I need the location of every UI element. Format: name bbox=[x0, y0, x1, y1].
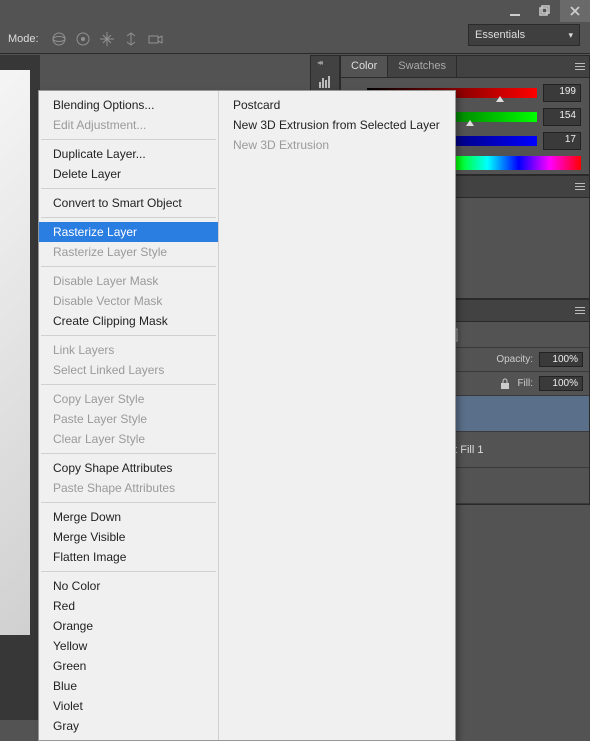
menu-item[interactable]: No Color bbox=[39, 576, 218, 596]
menu-item[interactable]: Merge Visible bbox=[39, 527, 218, 547]
collapsed-panel-strip[interactable] bbox=[310, 55, 340, 95]
options-bar: Mode: Essentials bbox=[0, 24, 590, 54]
lock-icon[interactable] bbox=[499, 378, 511, 390]
menu-item: Disable Vector Mask bbox=[39, 291, 218, 311]
menu-item: Paste Shape Attributes bbox=[39, 478, 218, 498]
menu-item: Edit Adjustment... bbox=[39, 115, 218, 135]
menu-separator bbox=[41, 571, 216, 572]
menu-item[interactable]: Delete Layer bbox=[39, 164, 218, 184]
menu-item[interactable]: Blending Options... bbox=[39, 95, 218, 115]
menu-item: Clear Layer Style bbox=[39, 429, 218, 449]
menu-separator bbox=[41, 139, 216, 140]
opacity-label: Opacity: bbox=[496, 354, 533, 365]
menu-item: Paste Layer Style bbox=[39, 409, 218, 429]
green-value[interactable]: 154 bbox=[543, 108, 581, 126]
fill-label: Fill: bbox=[517, 378, 533, 389]
menu-item: Link Layers bbox=[39, 340, 218, 360]
histogram-icon bbox=[317, 74, 333, 90]
roll-icon[interactable] bbox=[74, 30, 92, 48]
menu-separator bbox=[41, 453, 216, 454]
camera-icon[interactable] bbox=[146, 30, 164, 48]
panel-menu-icon[interactable] bbox=[573, 59, 587, 73]
menu-separator bbox=[41, 384, 216, 385]
close-button[interactable] bbox=[560, 0, 590, 22]
workspace-selector[interactable]: Essentials bbox=[468, 24, 580, 46]
mode-label: Mode: bbox=[8, 33, 39, 45]
menu-item[interactable]: Green bbox=[39, 656, 218, 676]
menu-item[interactable]: Create Clipping Mask bbox=[39, 311, 218, 331]
restore-button[interactable] bbox=[530, 0, 560, 22]
panel-menu-icon[interactable] bbox=[573, 179, 587, 193]
slide-icon[interactable] bbox=[122, 30, 140, 48]
opacity-value[interactable]: 100% bbox=[539, 352, 583, 367]
menu-item: Disable Layer Mask bbox=[39, 271, 218, 291]
menu-item[interactable]: New 3D Extrusion from Selected Layer bbox=[219, 115, 455, 135]
menu-item[interactable]: Violet bbox=[39, 696, 218, 716]
menu-item: Rasterize Layer Style bbox=[39, 242, 218, 262]
menu-item[interactable]: Blue bbox=[39, 676, 218, 696]
panel-menu-icon[interactable] bbox=[573, 303, 587, 317]
blue-value[interactable]: 17 bbox=[543, 132, 581, 150]
layer-context-menu: Blending Options...Edit Adjustment... Dup… bbox=[38, 90, 456, 741]
minimize-button[interactable] bbox=[500, 0, 530, 22]
menu-item[interactable]: Postcard bbox=[219, 95, 455, 115]
menu-item: Select Linked Layers bbox=[39, 360, 218, 380]
red-value[interactable]: 199 bbox=[543, 84, 581, 102]
menu-item[interactable]: Convert to Smart Object bbox=[39, 193, 218, 213]
workspace-label: Essentials bbox=[475, 29, 525, 41]
menu-separator bbox=[41, 266, 216, 267]
menu-item[interactable]: Red bbox=[39, 596, 218, 616]
pan-icon[interactable] bbox=[98, 30, 116, 48]
menu-item[interactable]: Rasterize Layer bbox=[39, 222, 218, 242]
color-tab[interactable]: Color bbox=[341, 56, 388, 77]
fill-value[interactable]: 100% bbox=[539, 376, 583, 391]
menu-separator bbox=[41, 188, 216, 189]
menu-item[interactable]: Yellow bbox=[39, 636, 218, 656]
swatches-tab[interactable]: Swatches bbox=[388, 56, 457, 77]
orbit-icon[interactable] bbox=[50, 30, 68, 48]
menu-item: Copy Layer Style bbox=[39, 389, 218, 409]
menu-item[interactable]: Gray bbox=[39, 716, 218, 736]
menu-separator bbox=[41, 335, 216, 336]
menu-item[interactable]: Orange bbox=[39, 616, 218, 636]
menu-item: New 3D Extrusion bbox=[219, 135, 455, 155]
menu-item[interactable]: Copy Shape Attributes bbox=[39, 458, 218, 478]
menu-separator bbox=[41, 217, 216, 218]
menu-item[interactable]: Duplicate Layer... bbox=[39, 144, 218, 164]
menu-item[interactable]: Flatten Image bbox=[39, 547, 218, 567]
document-canvas[interactable] bbox=[0, 70, 30, 635]
menu-separator bbox=[41, 502, 216, 503]
menu-item[interactable]: Merge Down bbox=[39, 507, 218, 527]
